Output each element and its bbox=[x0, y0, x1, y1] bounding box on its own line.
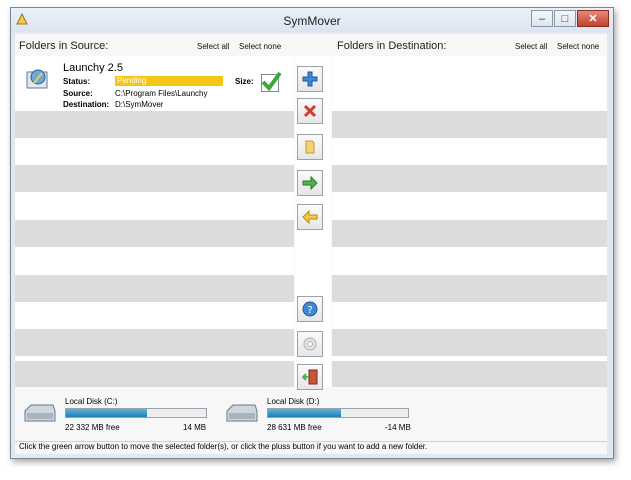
move-left-icon bbox=[302, 209, 318, 225]
help-button[interactable]: ? bbox=[297, 296, 323, 322]
list-row-stripe bbox=[15, 361, 294, 387]
hard-drive-icon bbox=[226, 404, 258, 422]
disk-c-usage-fill bbox=[66, 409, 148, 417]
checkmark-icon bbox=[261, 71, 282, 92]
window-title: SymMover bbox=[283, 14, 341, 28]
app-window: SymMover – □ ✕ Folders in Source: Select… bbox=[10, 7, 614, 459]
status-label: Status: bbox=[63, 77, 91, 86]
main-panel: Folders in Source: Select all Select non… bbox=[15, 34, 607, 454]
select-checkbox[interactable] bbox=[261, 71, 282, 92]
add-button[interactable] bbox=[297, 66, 323, 92]
svg-text:?: ? bbox=[307, 305, 312, 316]
list-row-stripe bbox=[332, 165, 607, 192]
list-row-stripe bbox=[15, 329, 294, 356]
title-bar[interactable]: SymMover – □ ✕ bbox=[11, 8, 613, 32]
disk-c-panel: Local Disk (C:) 22 332 MB free 14 MB bbox=[23, 397, 223, 437]
status-bar: Click the green arrow button to move the… bbox=[15, 441, 607, 455]
add-icon bbox=[302, 71, 318, 87]
source-path-value: C:\Program Files\Launchy bbox=[115, 89, 208, 98]
disk-d-size-change: -14 MB bbox=[385, 423, 411, 432]
move-to-source-button[interactable] bbox=[297, 204, 323, 230]
disk-d-panel: Local Disk (D:) 28 631 MB free -14 MB bbox=[225, 397, 425, 437]
disk-c-size-change: 14 MB bbox=[183, 423, 207, 432]
disk-c-label: Local Disk (C:) bbox=[65, 397, 118, 406]
disk-d-free-space: 28 631 MB free bbox=[267, 423, 322, 432]
list-row-stripe bbox=[15, 275, 294, 302]
destination-select-all-link[interactable]: Select all bbox=[515, 42, 547, 51]
list-row-stripe bbox=[332, 329, 607, 356]
disk-d-usage-fill bbox=[268, 409, 341, 417]
list-row-stripe bbox=[332, 275, 607, 302]
maximize-button[interactable]: □ bbox=[554, 10, 576, 27]
size-label: Size: bbox=[235, 77, 254, 86]
destination-select-none-link[interactable]: Select none bbox=[557, 42, 599, 51]
list-row-stripe bbox=[15, 165, 294, 192]
settings-icon bbox=[303, 337, 317, 351]
destination-path-label: Destination: bbox=[63, 100, 110, 109]
folder-name: Launchy 2.5 bbox=[63, 62, 123, 74]
destination-header: Folders in Destination: bbox=[337, 40, 447, 52]
disk-d-usage-bar bbox=[267, 408, 409, 418]
delete-icon bbox=[303, 104, 317, 118]
source-select-none-link[interactable]: Select none bbox=[239, 42, 281, 51]
source-folder-list[interactable]: Launchy 2.5 Status: Pending Source: C:\P… bbox=[15, 56, 294, 387]
source-path-label: Source: bbox=[63, 89, 93, 98]
exit-button[interactable] bbox=[297, 364, 323, 390]
minimize-button[interactable]: – bbox=[531, 10, 553, 27]
hard-drive-icon bbox=[24, 404, 56, 422]
list-row-stripe bbox=[15, 220, 294, 247]
move-right-icon bbox=[302, 175, 318, 191]
launchy-app-icon bbox=[26, 69, 48, 89]
exit-icon bbox=[302, 369, 318, 385]
settings-button[interactable] bbox=[297, 331, 323, 357]
source-header: Folders in Source: bbox=[19, 40, 109, 52]
delete-button[interactable] bbox=[297, 98, 323, 124]
destination-path-value: D:\SymMover bbox=[115, 100, 164, 109]
status-badge: Pending bbox=[115, 76, 223, 86]
disk-d-label: Local Disk (D:) bbox=[267, 397, 320, 406]
list-item[interactable]: Launchy 2.5 Status: Pending Source: C:\P… bbox=[15, 56, 294, 109]
folder-icon bbox=[305, 140, 315, 154]
disk-c-free-space: 22 332 MB free bbox=[65, 423, 120, 432]
close-button[interactable]: ✕ bbox=[577, 10, 609, 27]
list-row-stripe bbox=[15, 111, 294, 138]
list-row-stripe bbox=[332, 220, 607, 247]
list-row-stripe bbox=[332, 111, 607, 138]
move-to-destination-button[interactable] bbox=[297, 170, 323, 196]
disk-c-usage-bar bbox=[65, 408, 207, 418]
help-icon: ? bbox=[302, 301, 318, 317]
list-row-stripe bbox=[332, 361, 607, 387]
source-select-all-link[interactable]: Select all bbox=[197, 42, 229, 51]
destination-folder-list[interactable] bbox=[332, 56, 607, 387]
open-folder-button[interactable] bbox=[297, 134, 323, 160]
